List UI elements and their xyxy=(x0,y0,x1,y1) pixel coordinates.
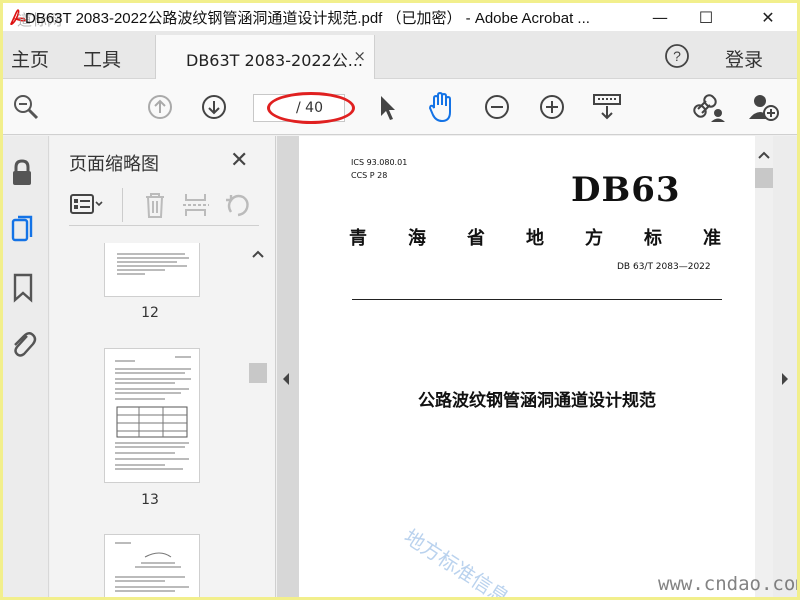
province-char: 方 xyxy=(585,228,603,249)
thumbnail-scrollbar[interactable] xyxy=(249,243,267,597)
thumbnail-page-13[interactable] xyxy=(104,348,200,483)
left-rail xyxy=(3,136,49,597)
fit-page-icon[interactable] xyxy=(591,92,623,122)
scrollbar-thumb[interactable] xyxy=(249,363,267,383)
tab-home[interactable]: 主页 xyxy=(11,45,49,72)
province-char: 地 xyxy=(526,228,544,249)
page-thumbnails-icon[interactable] xyxy=(9,214,37,246)
document-scrollbar[interactable] xyxy=(755,136,773,597)
thumbnail-number: 13 xyxy=(141,492,159,508)
ccs-code: CCS P 28 xyxy=(351,171,388,180)
province-heading: 青 海 省 地 方 标 准 xyxy=(349,224,721,250)
next-page-icon[interactable] xyxy=(200,93,228,121)
svg-text:?: ? xyxy=(673,48,681,64)
site-watermark: www.cndao.com xyxy=(658,573,800,595)
collapse-left-arrow-icon[interactable] xyxy=(281,372,291,386)
panel-title: 页面缩略图 xyxy=(69,154,159,175)
scrollbar-thumb[interactable] xyxy=(755,168,773,188)
page-14-preview xyxy=(115,542,189,592)
thumbnail-number: 12 xyxy=(141,305,159,321)
panel-toolbar xyxy=(69,186,259,226)
zoom-out-icon[interactable] xyxy=(483,93,511,121)
maximize-button[interactable]: ☐ xyxy=(683,3,729,31)
signin-button[interactable]: 登录 xyxy=(725,45,763,72)
toolbar-divider xyxy=(122,188,123,222)
select-pointer-icon[interactable] xyxy=(375,93,399,123)
document-tab-close-button[interactable]: × xyxy=(353,47,366,65)
ics-code: ICS 93.080.01 xyxy=(351,158,408,167)
chevron-up-icon[interactable] xyxy=(758,150,770,160)
extract-pages-icon[interactable] xyxy=(181,190,211,220)
province-char: 准 xyxy=(703,228,721,249)
standard-number: DB 63/T 2083—2022 xyxy=(617,262,711,272)
minimize-button[interactable]: — xyxy=(637,3,683,31)
main-toolbar: / 40 xyxy=(3,79,797,135)
bookmark-icon[interactable] xyxy=(11,272,35,304)
app-window: 道标网 DB63T 2083-2022公路波纹钢管涵洞通道设计规范.pdf （已… xyxy=(0,0,800,600)
close-window-button[interactable]: ✕ xyxy=(745,3,791,31)
page-12-preview xyxy=(117,253,189,275)
right-panel-toggle xyxy=(773,136,797,597)
standard-code: DB63 xyxy=(571,170,681,210)
lock-icon[interactable] xyxy=(9,158,35,188)
expand-right-arrow-icon[interactable] xyxy=(780,372,790,386)
province-char: 标 xyxy=(644,228,662,249)
document-area: ICS 93.080.01 CCS P 28 DB63 青 海 省 地 方 标 … xyxy=(277,136,797,597)
share-link-icon[interactable] xyxy=(692,91,726,123)
trash-icon[interactable] xyxy=(141,190,169,220)
zoom-in-icon[interactable] xyxy=(538,93,566,121)
document-title: 公路波纹钢管涵洞通道设计规范 xyxy=(418,391,656,411)
document-tab-label: DB63T 2083-2022公... xyxy=(186,51,363,70)
tab-tools[interactable]: 工具 xyxy=(83,45,121,72)
thumbnail-page-12[interactable] xyxy=(104,243,200,297)
title-bar: 道标网 DB63T 2083-2022公路波纹钢管涵洞通道设计规范.pdf （已… xyxy=(3,3,797,31)
thumbnail-list: 12 13 xyxy=(50,243,250,597)
tab-bar: 主页 工具 DB63T 2083-2022公... × ? 登录 xyxy=(3,31,797,79)
thumbnail-options-icon[interactable] xyxy=(69,192,105,218)
province-char: 青 xyxy=(349,228,367,249)
pdf-page: ICS 93.080.01 CCS P 28 DB63 青 海 省 地 方 标 … xyxy=(299,136,755,597)
help-icon[interactable]: ? xyxy=(664,43,690,69)
previous-page-icon[interactable] xyxy=(146,93,174,121)
page-13-preview xyxy=(115,356,191,470)
rotate-icon[interactable] xyxy=(223,190,253,220)
divider-line xyxy=(352,299,722,300)
chevron-up-icon[interactable] xyxy=(252,249,264,259)
province-char: 海 xyxy=(408,228,426,249)
attachment-icon[interactable] xyxy=(9,328,37,360)
tab-document[interactable]: DB63T 2083-2022公... × xyxy=(155,35,375,79)
thumbnail-page-14[interactable] xyxy=(104,534,200,597)
panel-close-button[interactable]: ✕ xyxy=(230,148,248,173)
add-user-icon[interactable] xyxy=(747,91,781,123)
highlight-oval xyxy=(267,92,355,124)
find-zoom-icon[interactable] xyxy=(11,92,41,122)
thumbnail-panel: 页面缩略图 ✕ 12 13 xyxy=(50,136,276,597)
hand-tool-icon[interactable] xyxy=(427,90,457,124)
window-title: DB63T 2083-2022公路波纹钢管涵洞通道设计规范.pdf （已加密） … xyxy=(25,10,590,27)
province-char: 省 xyxy=(467,228,485,249)
